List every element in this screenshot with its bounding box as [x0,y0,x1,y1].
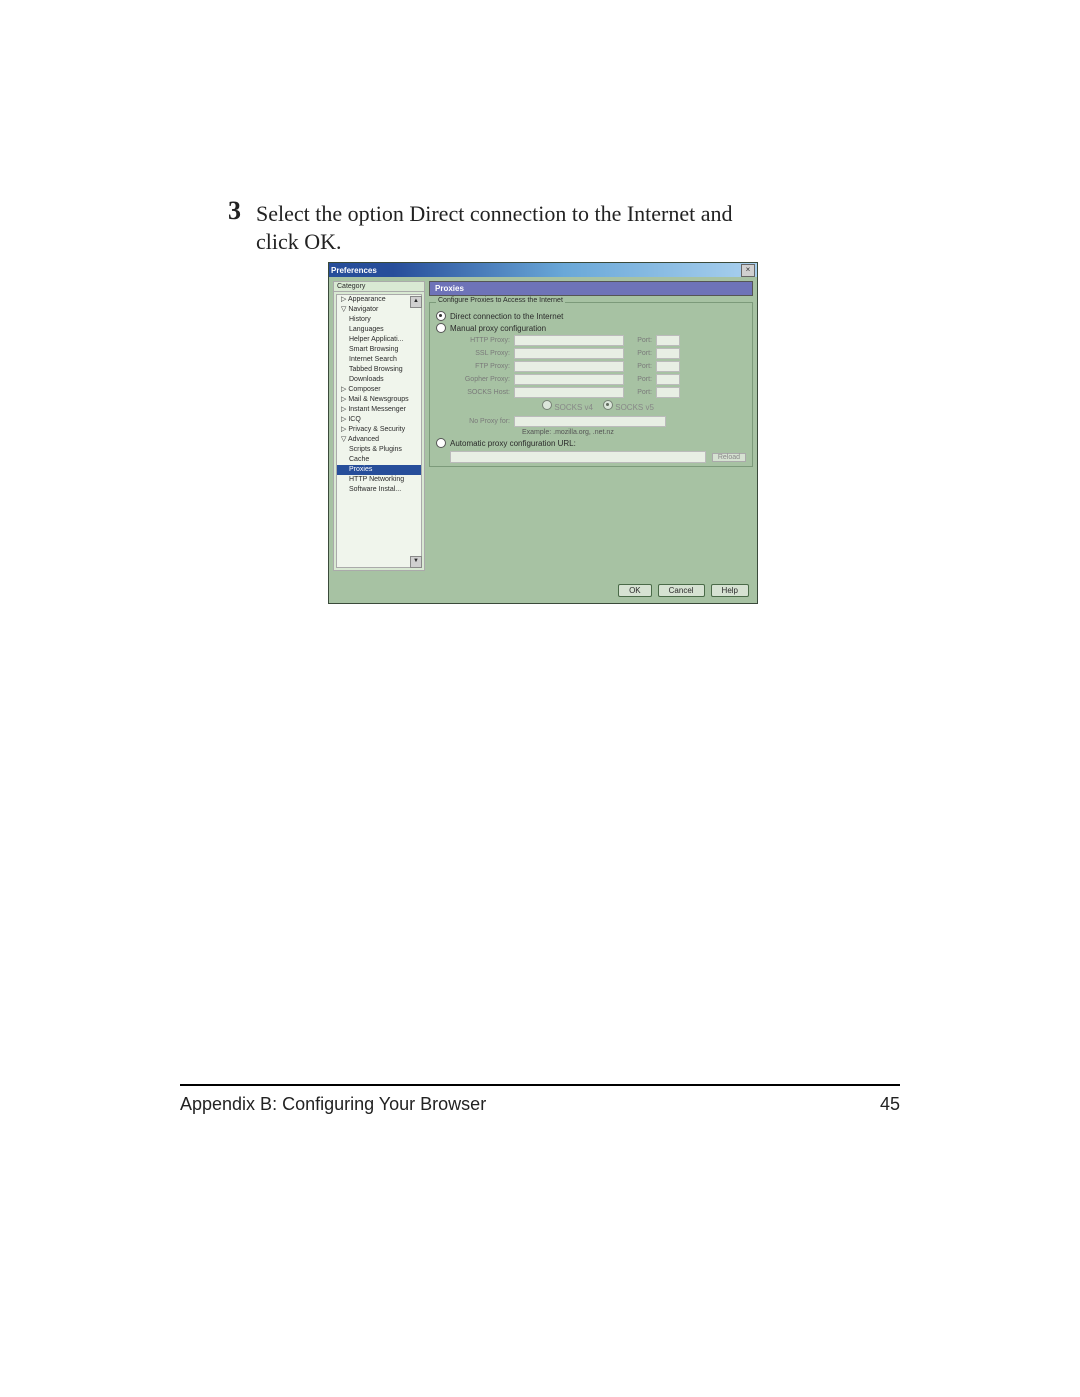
tree-item[interactable]: ▷ ICQ [337,415,421,425]
socks-proxy-input[interactable] [514,387,624,398]
tree-item[interactable]: Languages [337,325,421,335]
socks-v5-radio[interactable]: SOCKS v5 [603,400,654,412]
http-port-input[interactable] [656,335,680,346]
tree-item[interactable]: Proxies [337,465,421,475]
tree-item[interactable]: Downloads [337,375,421,385]
tree-item[interactable]: ▷ Instant Messenger [337,405,421,415]
auto-url-row: Reload [436,451,746,463]
ssl-proxy-label: SSL Proxy: [450,350,510,357]
tree-item[interactable]: ▷ Privacy & Security [337,425,421,435]
http-proxy-input[interactable] [514,335,624,346]
socks-port-input[interactable] [656,387,680,398]
tree-item[interactable]: ▽ Advanced [337,435,421,445]
ftp-port-input[interactable] [656,361,680,372]
port-label: Port: [628,389,652,396]
preferences-dialog: Preferences × Category ▷ Appearance▽ Nav… [328,262,758,604]
footer-left: Appendix B: Configuring Your Browser [180,1094,486,1115]
tree-item[interactable]: History [337,315,421,325]
cancel-button[interactable]: Cancel [658,584,705,597]
category-sidebar: Category ▷ Appearance▽ NavigatorHistoryL… [333,281,425,571]
noproxy-input[interactable] [514,416,666,427]
socks-v4-label: SOCKS v4 [554,403,593,412]
content-panel: Proxies Configure Proxies to Access the … [429,281,753,571]
reload-button[interactable]: Reload [712,453,746,462]
panel-title: Proxies [429,281,753,296]
tree-item[interactable]: Helper Applicati... [337,335,421,345]
port-label: Port: [628,350,652,357]
manual-proxy-group: HTTP Proxy: Port: SSL Proxy: Port: [450,335,746,436]
radio-manual-row[interactable]: Manual proxy configuration [436,323,746,333]
tree-item[interactable]: Software Instal... [337,485,421,495]
radio-direct-label: Direct connection to the Internet [450,312,563,321]
radio-auto-row[interactable]: Automatic proxy configuration URL: [436,438,746,448]
scroll-up-icon[interactable]: ▲ [410,296,422,308]
dialog-title: Preferences [331,266,377,275]
step-text: Select the option Direct connection to t… [256,200,776,256]
radio-manual-label: Manual proxy configuration [450,324,546,333]
tree-item[interactable]: ▷ Appearance [337,295,421,305]
dialog-buttons: OK Cancel Help [618,584,749,597]
port-label: Port: [628,363,652,370]
http-proxy-label: HTTP Proxy: [450,337,510,344]
radio-direct-row[interactable]: Direct connection to the Internet [436,311,746,321]
radio-icon[interactable] [436,438,446,448]
socks-v4-radio[interactable]: SOCKS v4 [542,400,593,412]
help-button[interactable]: Help [711,584,749,597]
step-text-a: Select the option [256,201,409,226]
instruction-block: 3 Select the option Direct connection to… [256,200,776,256]
footer-page-number: 45 [880,1094,900,1115]
example-text: Example: .mozilla.org, .net.nz [522,429,746,436]
step-text-e: . [336,229,342,254]
category-tree[interactable]: ▷ Appearance▽ NavigatorHistoryLanguagesH… [336,294,422,568]
tree-item[interactable]: Smart Browsing [337,345,421,355]
gopher-proxy-input[interactable] [514,374,624,385]
tree-item[interactable]: ▷ Composer [337,385,421,395]
gopher-port-input[interactable] [656,374,680,385]
ssl-proxy-input[interactable] [514,348,624,359]
radio-icon [603,400,613,410]
auto-url-input[interactable] [450,451,706,463]
http-proxy-row: HTTP Proxy: Port: [450,335,746,346]
ssl-proxy-row: SSL Proxy: Port: [450,348,746,359]
step-text-b: Direct connection to the Internet [409,201,695,226]
tree-item[interactable]: Internet Search [337,355,421,365]
titlebar: Preferences × [329,263,757,277]
fieldset-legend: Configure Proxies to Access the Internet [436,297,565,304]
scroll-down-icon[interactable]: ▼ [410,556,422,568]
socks-version-row: SOCKS v4 SOCKS v5 [450,400,746,412]
tree-item[interactable]: Tabbed Browsing [337,365,421,375]
tree-item[interactable]: ▷ Mail & Newsgroups [337,395,421,405]
ftp-proxy-input[interactable] [514,361,624,372]
ftp-proxy-row: FTP Proxy: Port: [450,361,746,372]
socks-proxy-label: SOCKS Host: [450,389,510,396]
socks-proxy-row: SOCKS Host: Port: [450,387,746,398]
ssl-port-input[interactable] [656,348,680,359]
proxy-fieldset: Configure Proxies to Access the Internet… [429,302,753,467]
category-header: Category [334,282,424,292]
radio-icon[interactable] [436,311,446,321]
page-footer: Appendix B: Configuring Your Browser 45 [180,1084,900,1115]
socks-v5-label: SOCKS v5 [615,403,654,412]
gopher-proxy-row: Gopher Proxy: Port: [450,374,746,385]
noproxy-label: No Proxy for: [450,418,510,425]
tree-item[interactable]: Cache [337,455,421,465]
footer-rule [180,1084,900,1086]
step-number: 3 [228,196,241,226]
noproxy-row: No Proxy for: [450,416,746,427]
port-label: Port: [628,337,652,344]
radio-auto-label: Automatic proxy configuration URL: [450,439,576,448]
tree-item[interactable]: HTTP Networking [337,475,421,485]
radio-icon [542,400,552,410]
ftp-proxy-label: FTP Proxy: [450,363,510,370]
gopher-proxy-label: Gopher Proxy: [450,376,510,383]
radio-icon[interactable] [436,323,446,333]
tree-item[interactable]: ▽ Navigator [337,305,421,315]
step-text-d: OK [304,229,336,254]
close-button[interactable]: × [741,264,755,277]
port-label: Port: [628,376,652,383]
tree-item[interactable]: Scripts & Plugins [337,445,421,455]
ok-button[interactable]: OK [618,584,652,597]
